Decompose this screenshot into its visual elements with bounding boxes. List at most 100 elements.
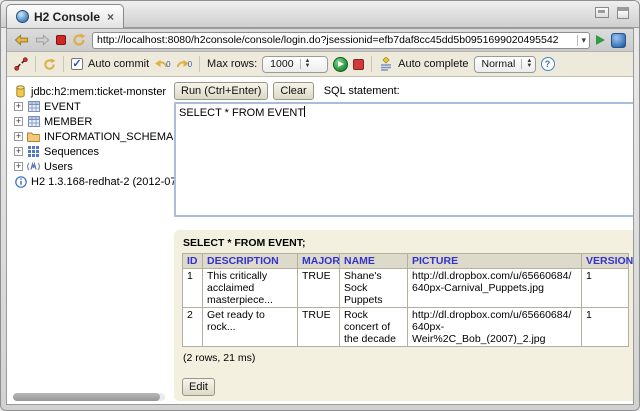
refresh-objects-icon[interactable] — [43, 58, 56, 71]
max-rows-label: Max rows: — [207, 58, 257, 70]
run-selected-icon[interactable] — [333, 57, 348, 72]
cell-major: TRUE — [298, 308, 340, 347]
results-table: ID DESCRIPTION MAJOR NAME PICTURE VERSIO… — [182, 253, 629, 347]
disconnect-icon[interactable] — [14, 57, 28, 71]
cell-description: Get ready to rock... — [203, 308, 298, 347]
tree-item-h2-version[interactable]: H2 1.3.168-redhat-2 (2012-07-13 — [14, 174, 171, 189]
sql-statement-label: SQL statement: — [324, 85, 400, 97]
col-header-version: VERSION — [582, 254, 629, 269]
stepper-icon: ▲▼ — [300, 59, 315, 69]
schema-tree: jdbc:h2:mem:ticket-monster + EVENT + MEM… — [7, 77, 171, 404]
tab-h2-console[interactable]: H2 Console × — [6, 4, 124, 28]
back-icon[interactable] — [14, 34, 29, 46]
table-row: 2 Get ready to rock... TRUE Rock concert… — [183, 308, 629, 347]
edit-button[interactable]: Edit — [182, 378, 215, 396]
url-input[interactable]: http://localhost:8080/h2console/console/… — [92, 32, 590, 49]
divider — [63, 56, 64, 72]
auto-complete-select[interactable]: Normal ▲▼ — [474, 56, 536, 73]
h2-toolbar: ✓ Auto commit 0 0 Max rows: 1000 ▲▼ Auto… — [7, 52, 633, 77]
auto-commit-checkbox[interactable]: ✓ — [71, 58, 83, 70]
tree-item-label: Users — [44, 161, 73, 173]
text-caret — [304, 106, 305, 117]
max-rows-select[interactable]: 1000 ▲▼ — [262, 56, 328, 73]
tree-item-event[interactable]: + EVENT — [14, 99, 171, 114]
view-body: http://localhost:8080/h2console/console/… — [6, 28, 634, 405]
expand-icon[interactable]: + — [14, 147, 23, 156]
cell-picture: http://dl.dropbox.com/u/65660684/640px-C… — [408, 269, 582, 308]
refresh-icon[interactable] — [72, 33, 86, 47]
cell-version: 1 — [582, 269, 629, 308]
tree-item-label: EVENT — [44, 101, 81, 113]
auto-complete-icon[interactable] — [379, 57, 393, 71]
cell-name: Shane's Sock Puppets — [340, 269, 408, 308]
table-header-row: ID DESCRIPTION MAJOR NAME PICTURE VERSIO… — [183, 254, 629, 269]
tree-item-label: INFORMATION_SCHEMA — [44, 131, 173, 143]
cell-id: 2 — [183, 308, 203, 347]
run-button[interactable]: Run (Ctrl+Enter) — [174, 82, 268, 100]
table-row: 1 This critically acclaimed masterpiece.… — [183, 269, 629, 308]
external-browser-icon[interactable] — [611, 33, 626, 48]
expand-icon[interactable]: + — [14, 117, 23, 126]
eclipse-tab-bar: H2 Console × — [1, 1, 639, 28]
table-icon — [27, 115, 40, 128]
tree-item-label: MEMBER — [44, 116, 92, 128]
table-icon — [27, 100, 40, 113]
eclipse-window: H2 Console × http://localhost:8080/h2con… — [0, 0, 640, 411]
clear-button[interactable]: Clear — [273, 82, 313, 100]
cell-major: TRUE — [298, 269, 340, 308]
globe-icon — [16, 10, 29, 23]
maximize-view-icon[interactable] — [617, 7, 629, 19]
tab-title: H2 Console — [34, 10, 100, 24]
tree-item-label: Sequences — [44, 146, 99, 158]
users-icon — [27, 160, 40, 173]
query-echo: SELECT * FROM EVENT; — [183, 237, 628, 249]
tree-item-label: H2 1.3.168-redhat-2 (2012-07-13 — [31, 176, 192, 188]
minimize-view-icon[interactable] — [595, 7, 609, 18]
cancel-statement-icon[interactable] — [353, 59, 364, 70]
main-content: jdbc:h2:mem:ticket-monster + EVENT + MEM… — [7, 77, 633, 404]
cell-id: 1 — [183, 269, 203, 308]
results-panel: SELECT * FROM EVENT; ID DESCRIPTION MAJO… — [174, 230, 633, 401]
col-header-description: DESCRIPTION — [203, 254, 298, 269]
cell-picture: http://dl.dropbox.com/u/65660684/640px-W… — [408, 308, 582, 347]
row-count-status: (2 rows, 21 ms) — [183, 352, 628, 364]
tree-item-information-schema[interactable]: + INFORMATION_SCHEMA — [14, 129, 171, 144]
sql-text: SELECT * FROM EVENT — [179, 107, 304, 119]
expand-icon[interactable]: + — [14, 102, 23, 111]
tree-item-sequences[interactable]: + Sequences — [14, 144, 171, 159]
tree-item-users[interactable]: + Users — [14, 159, 171, 174]
auto-complete-label: Auto complete — [398, 58, 468, 70]
tree-item-label: jdbc:h2:mem:ticket-monster — [31, 86, 166, 98]
url-text: http://localhost:8080/h2console/console/… — [97, 34, 574, 46]
stepper-icon: ▲▼ — [521, 59, 536, 69]
forward-icon[interactable] — [35, 34, 50, 46]
database-icon — [14, 85, 27, 98]
col-header-picture: PICTURE — [408, 254, 582, 269]
tree-item-member[interactable]: + MEMBER — [14, 114, 171, 129]
close-icon[interactable]: × — [107, 10, 114, 24]
folder-icon — [27, 130, 40, 143]
divider — [35, 56, 36, 72]
cell-name: Rock concert of the decade — [340, 308, 408, 347]
undo-icon[interactable]: 0 — [154, 58, 170, 70]
expand-icon[interactable]: + — [14, 132, 23, 141]
browser-toolbar: http://localhost:8080/h2console/console/… — [7, 29, 633, 52]
sequences-icon — [27, 145, 40, 158]
query-toolbar: Run (Ctrl+Enter) Clear SQL statement: — [174, 82, 400, 100]
sql-input[interactable]: SELECT * FROM EVENT — [174, 102, 633, 217]
stop-icon[interactable] — [56, 35, 66, 45]
col-header-id: ID — [183, 254, 203, 269]
cell-description: This critically acclaimed masterpiece... — [203, 269, 298, 308]
go-icon[interactable] — [596, 35, 605, 45]
cell-version: 1 — [582, 308, 629, 347]
help-icon[interactable]: ? — [541, 57, 555, 71]
divider — [199, 56, 200, 72]
tree-item-connection[interactable]: jdbc:h2:mem:ticket-monster — [14, 84, 171, 99]
redo-icon[interactable]: 0 — [176, 58, 192, 70]
divider — [371, 56, 372, 72]
scrollbar-thumb[interactable] — [13, 393, 160, 401]
url-dropdown-icon[interactable]: ▾ — [577, 35, 586, 46]
expand-icon[interactable]: + — [14, 162, 23, 171]
auto-commit-label: Auto commit — [88, 58, 149, 70]
horizontal-scrollbar[interactable] — [13, 393, 165, 401]
